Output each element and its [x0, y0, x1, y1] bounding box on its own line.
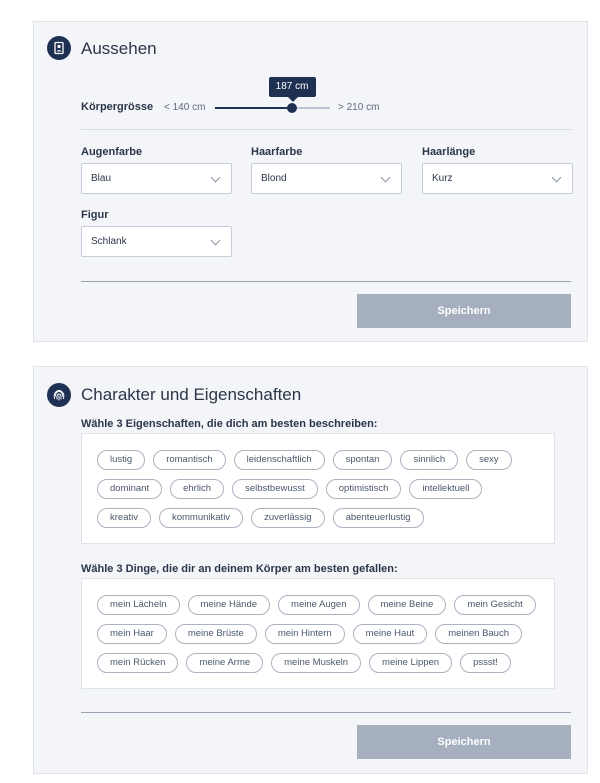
body-part-chip[interactable]: mein Lächeln [97, 595, 180, 615]
hair-length-select[interactable]: Kurz [422, 163, 573, 194]
trait-chip[interactable]: kreativ [97, 508, 151, 528]
body-part-chip[interactable]: meine Brüste [174, 624, 257, 644]
character-card: Charakter und Eigenschaften Wähle 3 Eige… [33, 366, 588, 774]
trait-chip[interactable]: sinnlich [400, 450, 459, 470]
hair-length-label: Haarlänge [422, 146, 476, 158]
eye-color-label: Augenfarbe [81, 146, 143, 158]
body-part-chip[interactable]: meine Hände [187, 595, 271, 615]
trait-chip[interactable]: spontan [332, 450, 393, 470]
height-max-label: > 210 cm [338, 102, 380, 113]
body-part-chip[interactable]: pssst! [460, 653, 511, 673]
height-min-label: < 140 cm [164, 102, 206, 113]
figure-select[interactable]: Schlank [81, 226, 232, 257]
hair-color-value: Blond [261, 173, 287, 184]
height-value-tooltip: 187 cm [268, 77, 316, 102]
trait-chip[interactable]: ehrlich [170, 479, 225, 499]
trait-chip[interactable]: zuverlässig [251, 508, 325, 528]
trait-chip[interactable]: sexy [466, 450, 512, 470]
person-icon [47, 36, 71, 60]
hair-color-label: Haarfarbe [251, 146, 303, 158]
hair-length-value: Kurz [432, 173, 453, 184]
trait-chip[interactable]: intellektuell [409, 479, 483, 499]
trait-chip[interactable]: leidenschaftlich [233, 450, 325, 470]
body-part-chip[interactable]: mein Haar [97, 624, 167, 644]
trait-chip[interactable]: romantisch [153, 450, 226, 470]
body-part-chip[interactable]: meinen Bauch [435, 624, 522, 644]
body-part-chip[interactable]: mein Rücken [97, 653, 179, 673]
traits-chip-list: lustig romantisch leidenschaftlich spontan s… [97, 450, 542, 528]
appearance-card: Aussehen Körpergrösse < 140 cm 187 cm > … [33, 21, 588, 342]
slider-fill [215, 107, 293, 109]
eye-color-select[interactable]: Blau [81, 163, 232, 194]
body-part-chip[interactable]: mein Hintern [264, 624, 345, 644]
trait-chip[interactable]: kommunikativ [158, 508, 244, 528]
trait-chip[interactable]: selbstbewusst [232, 479, 318, 499]
figure-label: Figur [81, 209, 109, 221]
body-part-chip[interactable]: meine Arme [186, 653, 264, 673]
slider-handle[interactable] [287, 103, 298, 113]
height-label: Körpergrösse [81, 101, 154, 113]
body-part-chip[interactable]: meine Haut [352, 624, 428, 644]
divider [81, 129, 571, 130]
body-part-chip[interactable]: mein Gesicht [454, 595, 536, 615]
chevron-down-icon [210, 235, 221, 246]
chevron-down-icon [551, 172, 562, 183]
divider [81, 281, 571, 282]
save-button[interactable]: Speichern [357, 294, 571, 328]
body-part-chip[interactable]: meine Beine [367, 595, 447, 615]
eye-color-value: Blau [91, 173, 112, 184]
body-part-chip[interactable]: meine Lippen [369, 653, 453, 673]
trait-chip[interactable]: lustig [97, 450, 146, 470]
body-panel: mein Lächeln meine Hände meine Augen meine … [81, 578, 555, 689]
trait-chip[interactable]: dominant [97, 479, 163, 499]
chevron-down-icon [210, 172, 221, 183]
divider [81, 712, 571, 713]
trait-chip[interactable]: optimistisch [325, 479, 402, 499]
appearance-title: Aussehen [81, 39, 157, 58]
traits-prompt: Wähle 3 Eigenschaften, die dich am beste… [81, 418, 378, 430]
hair-color-select[interactable]: Blond [251, 163, 402, 194]
body-chip-list: mein Lächeln meine Hände meine Augen meine … [97, 595, 542, 673]
character-title: Charakter und Eigenschaften [81, 385, 302, 404]
traits-panel: lustig romantisch leidenschaftlich spontan s… [81, 433, 555, 544]
body-part-chip[interactable]: meine Muskeln [271, 653, 362, 673]
body-part-chip[interactable]: meine Augen [278, 595, 360, 615]
trait-chip[interactable]: abenteuerlustig [332, 508, 424, 528]
save-button[interactable]: Speichern [357, 725, 571, 759]
body-prompt: Wähle 3 Dinge, die dir an deinem Körper … [81, 563, 398, 575]
fingerprint-icon [47, 383, 71, 407]
chevron-down-icon [380, 172, 391, 183]
figure-value: Schlank [91, 236, 127, 247]
